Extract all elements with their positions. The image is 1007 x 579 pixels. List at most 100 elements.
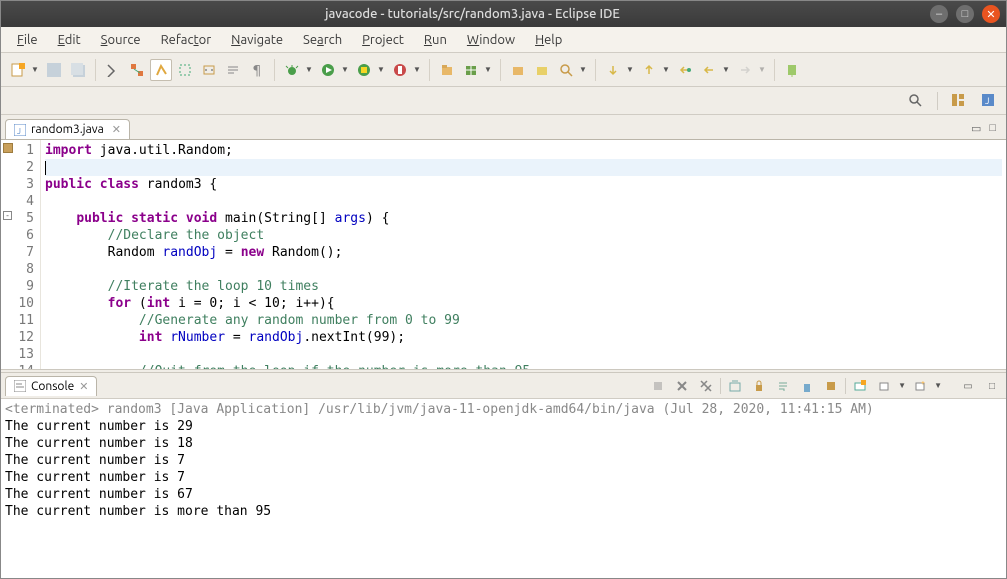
line-number: 12	[3, 329, 34, 346]
display-selected-button[interactable]	[821, 376, 841, 396]
menu-help[interactable]: Help	[525, 30, 572, 50]
fold-marker-icon[interactable]: -	[3, 211, 12, 220]
pin-editor-button[interactable]	[781, 59, 803, 81]
save-button[interactable]	[43, 59, 65, 81]
new-java-project-button[interactable]	[436, 59, 458, 81]
search-dropdown[interactable]: ▼	[579, 65, 589, 74]
console-terminated-line: <terminated> random3 [Java Application] …	[5, 401, 1002, 418]
back-dropdown[interactable]: ▼	[722, 65, 732, 74]
external-tools-dropdown[interactable]: ▼	[413, 65, 423, 74]
menu-file[interactable]: File	[7, 30, 48, 50]
warning-marker-icon[interactable]	[3, 143, 13, 153]
console-select-dropdown[interactable]: ▼	[898, 381, 906, 390]
console-tabbar: Console ✕ ▼ + ▼ ▭ □	[1, 373, 1006, 399]
run-dropdown[interactable]: ▼	[341, 65, 351, 74]
console-output[interactable]: <terminated> random3 [Java Application] …	[1, 399, 1006, 578]
console-tab-label: Console	[31, 380, 74, 393]
back-button[interactable]	[698, 59, 720, 81]
svg-text:+: +	[921, 380, 925, 387]
last-edit-button[interactable]	[674, 59, 696, 81]
maximize-console-button[interactable]: □	[982, 376, 1002, 396]
pin-console-button[interactable]	[797, 376, 817, 396]
console-output-line: The current number is 29	[5, 418, 1002, 435]
remove-all-button[interactable]	[696, 376, 716, 396]
separator	[595, 59, 596, 81]
menu-edit[interactable]: Edit	[48, 30, 91, 50]
forward-button[interactable]	[734, 59, 756, 81]
svg-text:J: J	[17, 127, 21, 136]
tab-close-button[interactable]: ✕	[112, 123, 121, 136]
external-tools-button[interactable]	[389, 59, 411, 81]
code-editor[interactable]: 1 2 3 4 - 5 6 7 8 9 10 11 12 13 14 impor…	[1, 139, 1006, 369]
new-dropdown[interactable]: ▼	[31, 65, 41, 74]
console-tab-close[interactable]: ✕	[79, 380, 88, 393]
new-package-dropdown[interactable]: ▼	[484, 65, 494, 74]
toggle-breadcrumb-button[interactable]	[102, 59, 124, 81]
line-number: 10	[3, 295, 34, 312]
new-console-button[interactable]: +	[910, 376, 930, 396]
debug-dropdown[interactable]: ▼	[305, 65, 315, 74]
menu-project[interactable]: Project	[352, 30, 414, 50]
console-tab[interactable]: Console ✕	[5, 376, 97, 396]
open-console-button[interactable]	[850, 376, 870, 396]
block-selection-button[interactable]	[174, 59, 196, 81]
next-annotation-dropdown[interactable]: ▼	[626, 65, 636, 74]
toggle-highlight-button[interactable]	[150, 59, 172, 81]
console-select-button[interactable]	[874, 376, 894, 396]
window-maximize-button[interactable]: □	[956, 5, 974, 23]
forward-dropdown[interactable]: ▼	[758, 65, 768, 74]
menubar: File Edit Source Refactor Navigate Searc…	[1, 27, 1006, 53]
paragraph-button[interactable]: ¶	[246, 59, 268, 81]
menu-refactor[interactable]: Refactor	[151, 30, 222, 50]
menu-navigate[interactable]: Navigate	[221, 30, 293, 50]
show-whitespace-button[interactable]	[198, 59, 220, 81]
code-area[interactable]: import java.util.Random;public class ran…	[41, 140, 1006, 369]
open-task-button[interactable]	[531, 59, 553, 81]
window-minimize-button[interactable]: ‒	[930, 5, 948, 23]
prev-annotation-dropdown[interactable]: ▼	[662, 65, 672, 74]
search-icon[interactable]	[907, 92, 925, 110]
menu-window[interactable]: Window	[457, 30, 525, 50]
window-close-button[interactable]: ✕	[982, 5, 1000, 23]
prev-annotation-button[interactable]	[638, 59, 660, 81]
new-button[interactable]	[7, 59, 29, 81]
maximize-pane-button[interactable]: □	[989, 122, 996, 135]
separator	[720, 378, 721, 394]
console-output-line: The current number is more than 95	[5, 503, 1002, 520]
editor-tab-random3[interactable]: J random3.java ✕	[5, 119, 130, 139]
word-wrap-button[interactable]	[222, 59, 244, 81]
editor-tabbar: J random3.java ✕ ▭ □	[1, 115, 1006, 139]
quick-access-bar: J	[1, 87, 1006, 115]
minimize-pane-button[interactable]: ▭	[971, 122, 981, 135]
remove-launch-button[interactable]	[672, 376, 692, 396]
menu-search[interactable]: Search	[293, 30, 352, 50]
line-number: 13	[3, 346, 34, 363]
menu-source[interactable]: Source	[91, 30, 151, 50]
console-icon	[14, 380, 26, 392]
search-button[interactable]	[555, 59, 577, 81]
save-all-button[interactable]	[67, 59, 89, 81]
menu-run[interactable]: Run	[414, 30, 457, 50]
open-perspective-button[interactable]	[950, 92, 968, 110]
new-console-dropdown[interactable]: ▼	[934, 381, 942, 390]
next-annotation-button[interactable]	[602, 59, 624, 81]
run-button[interactable]	[317, 59, 339, 81]
debug-button[interactable]	[281, 59, 303, 81]
terminate-button[interactable]	[648, 376, 668, 396]
java-perspective-button[interactable]: J	[980, 92, 998, 110]
coverage-dropdown[interactable]: ▼	[377, 65, 387, 74]
clear-console-button[interactable]	[725, 376, 745, 396]
minimize-console-button[interactable]: ▭	[958, 376, 978, 396]
line-number: 3	[3, 176, 34, 193]
word-wrap-console-button[interactable]	[773, 376, 793, 396]
console-output-line: The current number is 7	[5, 452, 1002, 469]
open-type-button[interactable]	[507, 59, 529, 81]
coverage-button[interactable]	[353, 59, 375, 81]
separator	[845, 378, 846, 394]
new-package-button[interactable]	[460, 59, 482, 81]
scroll-lock-button[interactable]	[749, 376, 769, 396]
editor-tab-label: random3.java	[31, 123, 104, 136]
mark-occurrences-button[interactable]	[126, 59, 148, 81]
line-number: 11	[3, 312, 34, 329]
editor-pane-controls: ▭ □	[965, 118, 1002, 139]
